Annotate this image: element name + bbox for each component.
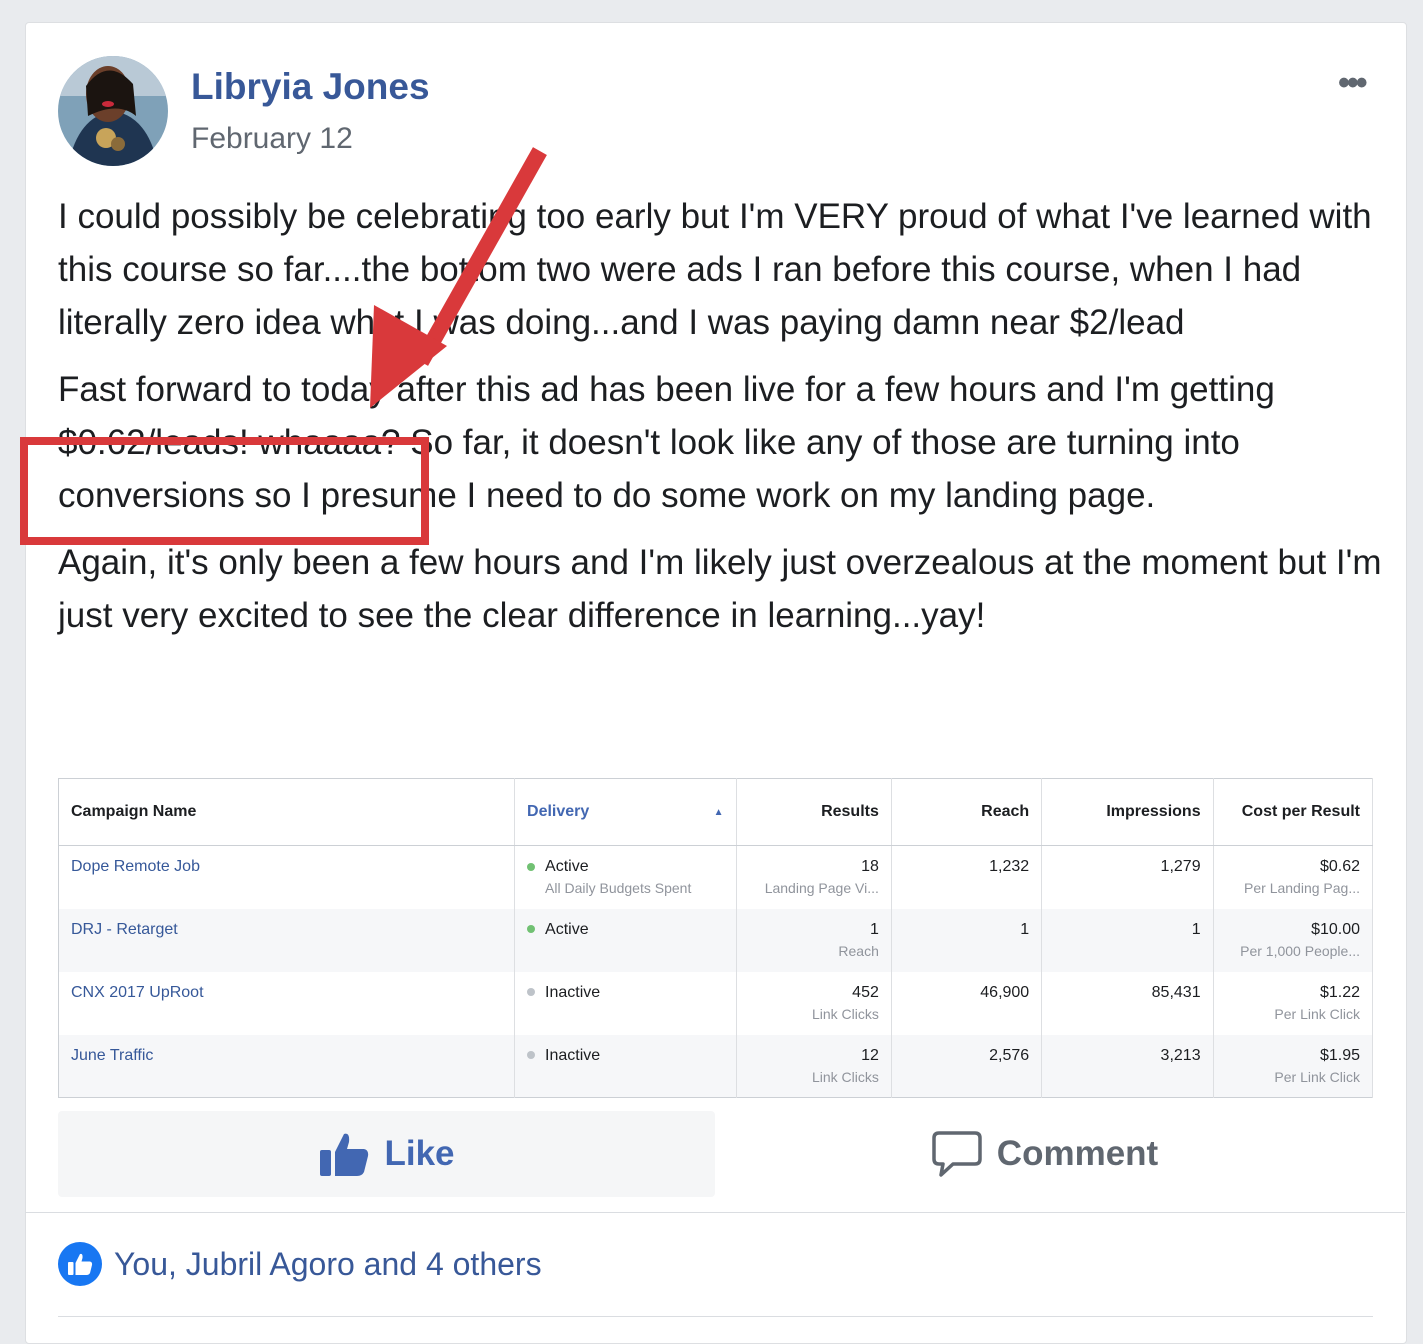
divider [58,1316,1373,1317]
header-impressions[interactable]: Impressions [1041,778,1214,846]
results-value: 452 [852,983,879,1001]
reach-value: 46,900 [891,971,1043,1035]
cost-label: Per 1,000 People... [1240,942,1360,959]
results-value: 1 [869,920,879,938]
results-value: 18 [861,858,879,875]
reach-value: 1,232 [891,845,1043,909]
like-label: Like [384,1134,455,1173]
reach-value: 2,576 [891,1034,1043,1098]
cost-cell: $1.22 Per Link Click [1213,971,1374,1035]
status-dot-icon [527,988,536,997]
results-label: Link Clicks [811,1068,879,1085]
campaign-name[interactable]: June Traffic [58,1034,516,1098]
delivery-cell: Inactive [514,971,737,1035]
delivery-status: Inactive [545,1046,601,1064]
header-results[interactable]: Results [736,778,892,846]
cost-value: $0.62 [1319,858,1360,875]
reactions-summary[interactable]: You, Jubril Agoro and 4 others [58,1242,542,1286]
header-delivery[interactable]: Delivery ▲ [514,778,737,846]
cost-cell: $10.00 Per 1,000 People... [1213,908,1374,972]
table-row: Dope Remote Job Active All Daily Budgets … [58,845,1374,909]
delivery-status: Active [545,858,589,875]
reach-value: 1 [891,908,1043,972]
post-body: I could possibly be celebrating too earl… [58,190,1388,642]
table-row: CNX 2017 UpRoot Inactive 452 Link Clicks … [58,971,1374,1035]
ads-table: Campaign Name Delivery ▲ Results Reach Im… [58,778,1374,1098]
header-delivery-label: Delivery [527,803,590,820]
sort-up-icon: ▲ [713,807,724,818]
results-label: Reach [838,942,879,959]
impressions-value: 3,213 [1041,1034,1214,1098]
post-paragraph: I could possibly be celebrating too earl… [58,197,1372,342]
results-cell: 452 Link Clicks [736,971,892,1035]
delivery-cell: Inactive [514,1034,737,1098]
delivery-substatus: All Daily Budgets Spent [545,880,692,896]
results-cell: 12 Link Clicks [736,1034,892,1098]
results-label: Link Clicks [811,1005,879,1022]
status-dot-icon [527,1051,536,1060]
post-date[interactable]: February 12 [191,122,353,156]
results-value: 12 [861,1046,879,1064]
delivery-cell: Active All Daily Budgets Spent [514,845,737,909]
comment-button[interactable]: Comment [716,1111,1373,1197]
author-name[interactable]: Libryia Jones [191,66,430,108]
results-cell: 18 Landing Page Vi... [736,845,892,909]
header-cost-per-result[interactable]: Cost per Result [1213,778,1374,846]
cost-value: $10.00 [1311,920,1360,938]
impressions-value: 1,279 [1041,845,1214,909]
delivery-status: Inactive [545,983,601,1001]
header-campaign-name[interactable]: Campaign Name [58,778,516,846]
like-button[interactable]: Like [58,1111,715,1197]
status-dot-icon [527,925,536,934]
campaign-name[interactable]: CNX 2017 UpRoot [58,971,516,1035]
reactions-text[interactable]: You, Jubril Agoro and 4 others [114,1246,542,1283]
delivery-status: Active [545,920,589,938]
cost-label: Per Link Click [1274,1005,1360,1022]
header-reach[interactable]: Reach [891,778,1043,846]
cost-value: $1.22 [1319,983,1360,1001]
campaign-name[interactable]: Dope Remote Job [58,845,516,909]
cost-cell: $1.95 Per Link Click [1213,1034,1374,1098]
divider [25,1212,1405,1213]
impressions-value: 85,431 [1041,971,1214,1035]
cost-label: Per Landing Pag... [1244,880,1360,896]
more-options-icon[interactable]: ••• [1338,64,1368,103]
delivery-cell: Active [514,908,737,972]
post-paragraph: Again, it's only been a few hours and I'… [58,543,1382,635]
like-reaction-icon [58,1242,102,1286]
thumbs-up-icon [320,1133,369,1176]
table-row: DRJ - Retarget Active 1 Reach 1 1 $10.00 P… [58,908,1374,972]
highlight-box [20,437,429,545]
results-cell: 1 Reach [736,908,892,972]
campaign-name[interactable]: DRJ - Retarget [58,908,516,972]
avatar[interactable] [58,56,168,166]
cost-label: Per Link Click [1274,1068,1360,1085]
cost-value: $1.95 [1319,1046,1360,1064]
status-dot-icon [527,862,536,871]
results-label: Landing Page Vi... [764,880,879,896]
cost-cell: $0.62 Per Landing Pag... [1213,845,1374,909]
comment-label: Comment [996,1134,1159,1173]
table-row: June Traffic Inactive 12 Link Clicks 2,57… [58,1034,1374,1098]
impressions-value: 1 [1041,908,1214,972]
comment-icon [932,1131,982,1177]
